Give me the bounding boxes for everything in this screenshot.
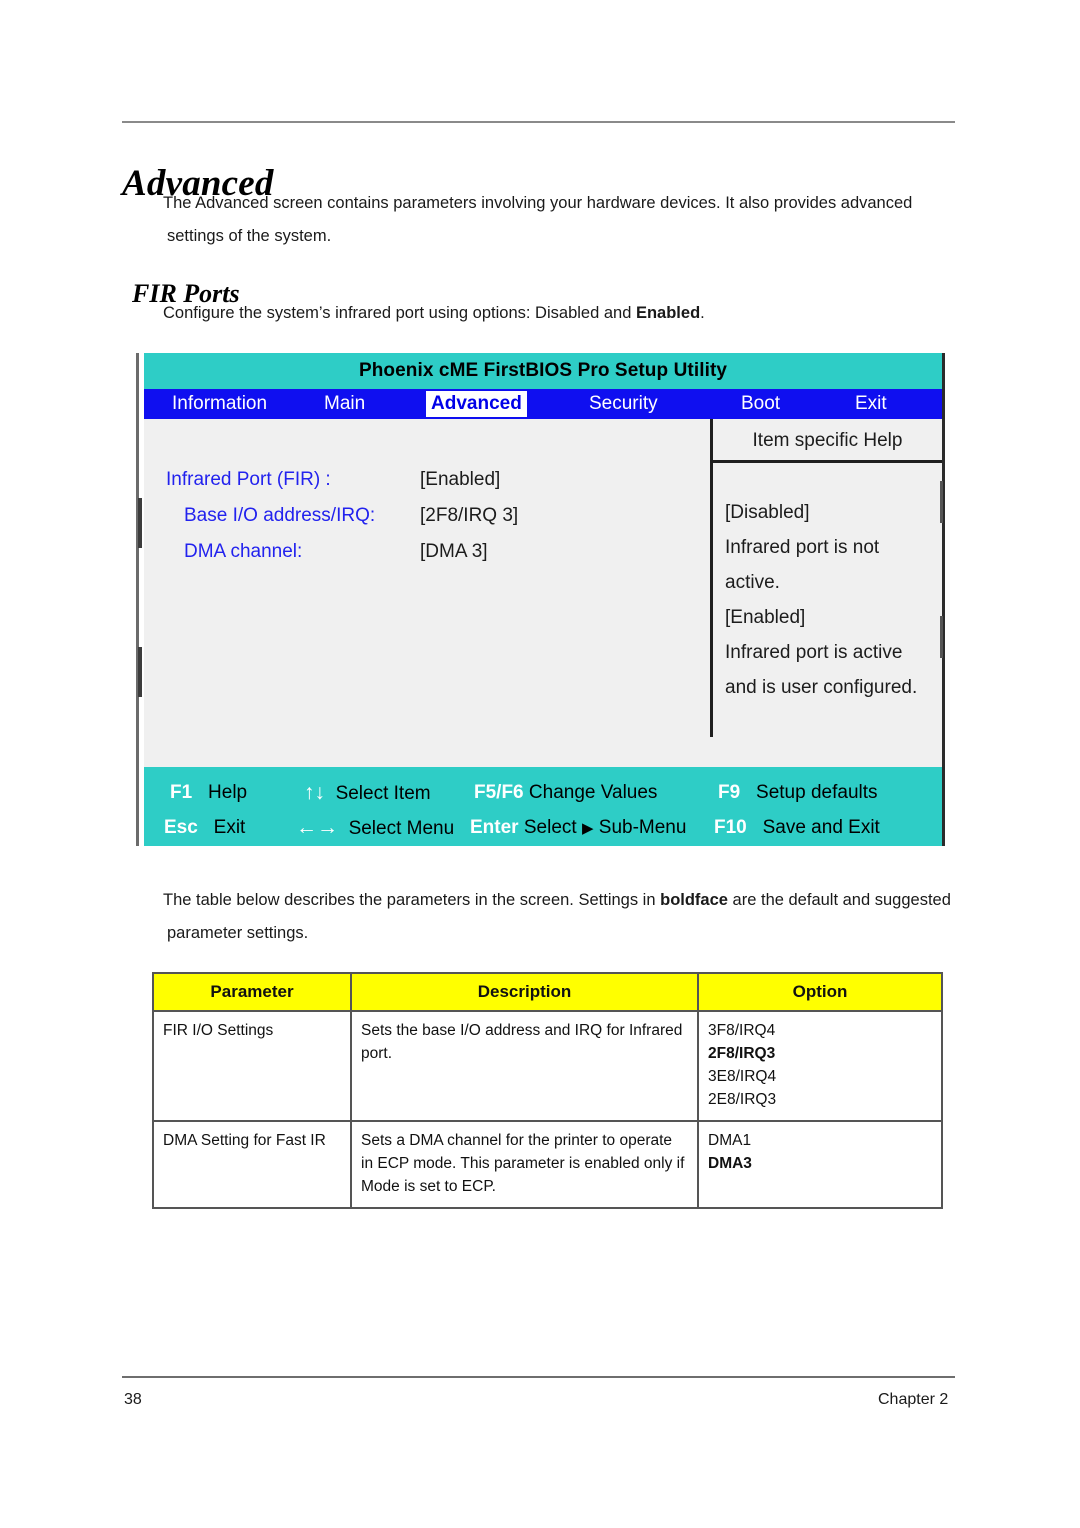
- fir-ports-paragraph: Configure the system’s infrared port usi…: [163, 297, 953, 330]
- intro-line-2: settings of the system.: [167, 227, 332, 245]
- right-triangle-icon: ▶: [581, 820, 594, 837]
- key-desc-2: Sub-Menu: [598, 817, 687, 838]
- key-desc: Change Values: [528, 782, 658, 803]
- bios-tab-main[interactable]: Main: [324, 391, 365, 417]
- table-row: DMA Setting for Fast IR Sets a DMA chann…: [152, 1120, 943, 1209]
- function-key-row-1: F1 Help ↑↓ Select Item F5/F6 Change Valu…: [144, 775, 942, 810]
- setting-label-base-io-irq[interactable]: Base I/O address/IRQ:: [184, 505, 375, 527]
- fir-paragraph-suffix: .: [700, 304, 705, 322]
- key-f5f6-change-values[interactable]: F5/F6 Change Values: [474, 775, 657, 810]
- key-name: F5/F6: [474, 782, 524, 803]
- key-leftright-select-menu[interactable]: ←→ Select Menu: [296, 810, 454, 845]
- bios-tab-boot[interactable]: Boot: [741, 391, 780, 417]
- bios-content-area: Infrared Port (FIR) : [Enabled] Base I/O…: [144, 419, 943, 767]
- column-header-option: Option: [697, 972, 943, 1012]
- item-specific-help-panel: Item specific Help [Disabled] Infrared p…: [710, 419, 943, 737]
- key-f9-setup-defaults[interactable]: F9 Setup defaults: [718, 775, 878, 810]
- key-name: Enter: [470, 817, 519, 838]
- option-value: 3E8/IRQ4: [708, 1068, 777, 1085]
- column-header-description: Description: [350, 972, 699, 1012]
- key-desc: Select Item: [335, 783, 431, 804]
- bios-menu-bar: Information Main Advanced Security Boot …: [144, 389, 942, 419]
- key-esc-exit[interactable]: Esc Exit: [164, 810, 245, 845]
- cell-description: Sets the base I/O address and IRQ for In…: [350, 1010, 699, 1122]
- key-desc: Select Menu: [348, 818, 455, 839]
- bios-tab-security[interactable]: Security: [589, 391, 658, 417]
- header-rule: [122, 121, 955, 123]
- cell-description: Sets a DMA channel for the printer to op…: [350, 1120, 699, 1209]
- help-line: active.: [725, 572, 780, 593]
- setting-value-dma-channel[interactable]: [DMA 3]: [420, 541, 488, 563]
- setting-label-infrared-port[interactable]: Infrared Port (FIR) :: [166, 469, 331, 491]
- fir-paragraph-bold: Enabled: [635, 304, 701, 322]
- option-value: DMA1: [708, 1132, 752, 1149]
- option-value: 2E8/IRQ3: [708, 1091, 777, 1108]
- key-enter-select-submenu[interactable]: Enter Select ▶ Sub-Menu: [470, 810, 686, 845]
- setting-label-dma-channel[interactable]: DMA channel:: [184, 541, 302, 563]
- bios-tab-advanced[interactable]: Advanced: [426, 391, 527, 417]
- key-updown-select-item[interactable]: ↑↓ Select Item: [304, 775, 431, 810]
- bios-screen-left-tick-top: [138, 498, 142, 548]
- cell-option: DMA1 DMA3: [697, 1120, 943, 1209]
- help-panel-title: Item specific Help: [713, 419, 942, 463]
- bios-title-bar: Phoenix cME FirstBIOS Pro Setup Utility: [144, 353, 942, 389]
- bios-setup-screen: Phoenix cME FirstBIOS Pro Setup Utility …: [144, 353, 943, 846]
- table-intro-paragraph: The table below describes the parameters…: [163, 884, 958, 950]
- bios-screen-left-edge: [136, 353, 139, 846]
- function-key-row-2: Esc Exit ←→ Select Menu Enter Select ▶ S…: [144, 810, 942, 845]
- intro-paragraph: The Advanced screen contains parameters …: [163, 187, 953, 253]
- key-f10-save-and-exit[interactable]: F10 Save and Exit: [714, 810, 880, 845]
- key-desc: Setup defaults: [756, 782, 878, 803]
- key-name: F10: [714, 817, 747, 838]
- table-intro-prefix: The table below describes the parameters…: [163, 891, 661, 909]
- key-f1-help[interactable]: F1 Help: [170, 775, 247, 810]
- intro-line-1: The Advanced screen contains parameters …: [163, 194, 913, 212]
- help-line: Infrared port is active: [725, 642, 903, 663]
- option-value-default: 2F8/IRQ3: [708, 1045, 776, 1062]
- chapter-label: Chapter 2: [878, 1391, 949, 1408]
- bios-screen-right-edge: [942, 353, 945, 846]
- key-desc: Exit: [213, 817, 246, 838]
- setting-value-base-io-irq[interactable]: [2F8/IRQ 3]: [420, 505, 518, 527]
- key-desc: Save and Exit: [762, 817, 880, 838]
- page-number: 38: [124, 1391, 142, 1408]
- parameter-table: Parameter Description Option FIR I/O Set…: [152, 972, 943, 1209]
- help-line: and is user configured.: [725, 677, 918, 698]
- table-row: FIR I/O Settings Sets the base I/O addre…: [152, 1010, 943, 1122]
- table-intro-suffix: are the default and suggested: [727, 891, 951, 909]
- footer-rule: [122, 1376, 955, 1378]
- left-right-arrow-icon: ←→: [296, 816, 338, 839]
- key-name: Esc: [164, 817, 198, 838]
- help-line: [Disabled]: [725, 502, 810, 523]
- column-header-parameter: Parameter: [152, 972, 352, 1012]
- table-intro-bold: boldface: [660, 891, 728, 909]
- table-intro-line-2: parameter settings.: [167, 924, 309, 942]
- table-header-row: Parameter Description Option: [152, 972, 943, 1012]
- option-value: 3F8/IRQ4: [708, 1022, 776, 1039]
- bios-screen-left-tick-bottom: [138, 647, 142, 697]
- fir-paragraph-prefix: Configure the system’s infrared port usi…: [163, 304, 636, 322]
- cell-parameter: DMA Setting for Fast IR: [152, 1120, 352, 1209]
- key-desc: Help: [208, 782, 248, 803]
- key-name: F1: [170, 782, 193, 803]
- help-line: [Enabled]: [725, 607, 806, 628]
- up-down-arrow-icon: ↑↓: [304, 781, 325, 804]
- key-name: F9: [718, 782, 741, 803]
- cell-parameter: FIR I/O Settings: [152, 1010, 352, 1122]
- bios-tab-information[interactable]: Information: [172, 391, 267, 417]
- bios-function-key-bar: F1 Help ↑↓ Select Item F5/F6 Change Valu…: [144, 767, 942, 846]
- option-value-default: DMA3: [708, 1155, 752, 1172]
- help-panel-body: [Disabled] Infrared port is not active. …: [713, 463, 942, 705]
- document-page: Advanced The Advanced screen contains pa…: [0, 0, 1080, 1528]
- cell-option: 3F8/IRQ4 2F8/IRQ3 3E8/IRQ4 2E8/IRQ3: [697, 1010, 943, 1122]
- setting-value-infrared-port[interactable]: [Enabled]: [420, 469, 500, 491]
- help-panel-scroll-tick-bottom: [940, 616, 943, 658]
- help-panel-scroll-tick-top: [940, 481, 943, 523]
- key-desc: Select: [523, 817, 577, 838]
- bios-tab-exit[interactable]: Exit: [855, 391, 887, 417]
- help-line: Infrared port is not: [725, 537, 880, 558]
